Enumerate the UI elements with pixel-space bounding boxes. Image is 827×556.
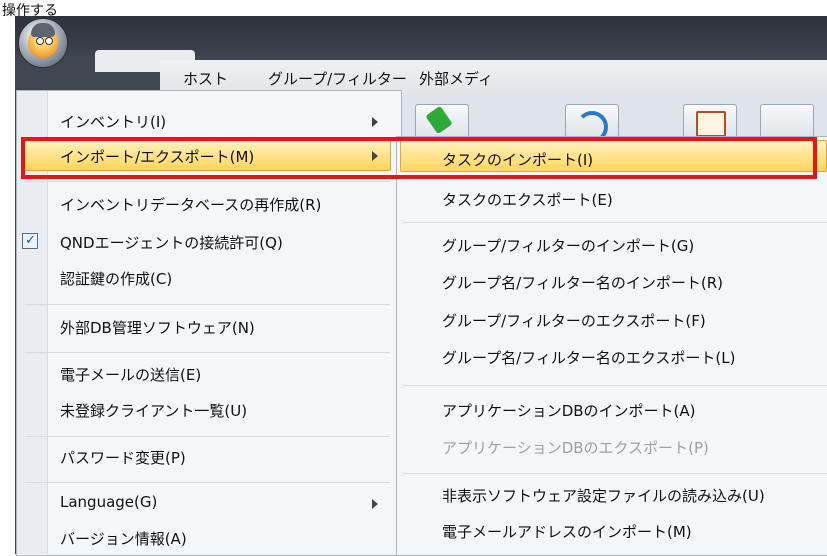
- submenu-item-export-group-filter-names[interactable]: グループ名/フィルター名のエクスポート(L): [442, 347, 735, 368]
- menu-item-inventory[interactable]: インベントリ(I): [60, 111, 166, 132]
- submenu-item-import-app-db[interactable]: アプリケーションDBのインポート(A): [442, 400, 696, 421]
- submenu-item-export-tasks[interactable]: タスクのエクスポート(E): [442, 189, 613, 210]
- submenu-item-import-group-filter-names[interactable]: グループ名/フィルター名のインポート(R): [442, 272, 723, 293]
- toolbar-usb-button[interactable]: [415, 104, 469, 140]
- submenu-arrow-icon: [372, 117, 378, 127]
- submenu-arrow-icon: [372, 499, 378, 509]
- logo-eye-right: [45, 37, 53, 45]
- checkmark-icon: ✓: [25, 233, 36, 248]
- submenu-item-import-email-addresses[interactable]: 電子メールアドレスのインポート(M): [442, 521, 692, 542]
- toolbar-more-button[interactable]: [760, 104, 814, 140]
- menu-item-allow-qnd-agent[interactable]: QNDエージェントの接続許可(Q): [60, 232, 283, 253]
- submenu-separator: [402, 473, 827, 474]
- menu-item-rebuild-inventory-db[interactable]: インベントリデータベースの再作成(R): [60, 194, 321, 215]
- menubar-item-host[interactable]: ホスト: [183, 68, 228, 89]
- menu-separator: [25, 304, 390, 305]
- toolbar-calendar-button[interactable]: [683, 104, 737, 140]
- menu-separator: [25, 482, 390, 483]
- menu-item-unregistered-clients[interactable]: 未登録クライアント一覧(U): [60, 400, 247, 421]
- menu-item-create-auth-key[interactable]: 認証鍵の作成(C): [60, 268, 172, 289]
- red-annotation-box: [21, 137, 817, 179]
- menu-item-version-info[interactable]: バージョン情報(A): [60, 528, 187, 549]
- submenu-item-load-hidden-software-settings[interactable]: 非表示ソフトウェア設定ファイルの読み込み(U): [442, 485, 765, 506]
- logo-eye-left: [36, 37, 44, 45]
- menu-item-change-password[interactable]: パスワード変更(P): [60, 447, 186, 468]
- submenu-item-export-app-db: アプリケーションDBのエクスポート(P): [442, 439, 709, 457]
- usb-icon: [425, 105, 453, 135]
- toolbar-refresh-button[interactable]: [565, 104, 619, 143]
- logo-hat: [31, 23, 55, 37]
- submenu-separator: [402, 385, 827, 386]
- menu-item-language[interactable]: Language(G): [60, 493, 157, 511]
- menu-separator: [25, 436, 390, 437]
- submenu-item-import-group-filter[interactable]: グループ/フィルターのインポート(G): [442, 235, 694, 256]
- menu-separator: [25, 352, 390, 353]
- menu-separator: [25, 181, 390, 182]
- menubar-item-external-media[interactable]: 外部メディ: [419, 68, 493, 89]
- submenu-item-export-group-filter[interactable]: グループ/フィルターのエクスポート(F): [442, 310, 706, 331]
- menu-item-send-email[interactable]: 電子メールの送信(E): [60, 364, 201, 385]
- calendar-icon: [696, 111, 726, 137]
- menu-item-external-db-software[interactable]: 外部DB管理ソフトウェア(N): [60, 317, 255, 338]
- menubar-item-group-filter[interactable]: グループ/フィルター: [268, 68, 407, 89]
- submenu-separator: [402, 222, 827, 223]
